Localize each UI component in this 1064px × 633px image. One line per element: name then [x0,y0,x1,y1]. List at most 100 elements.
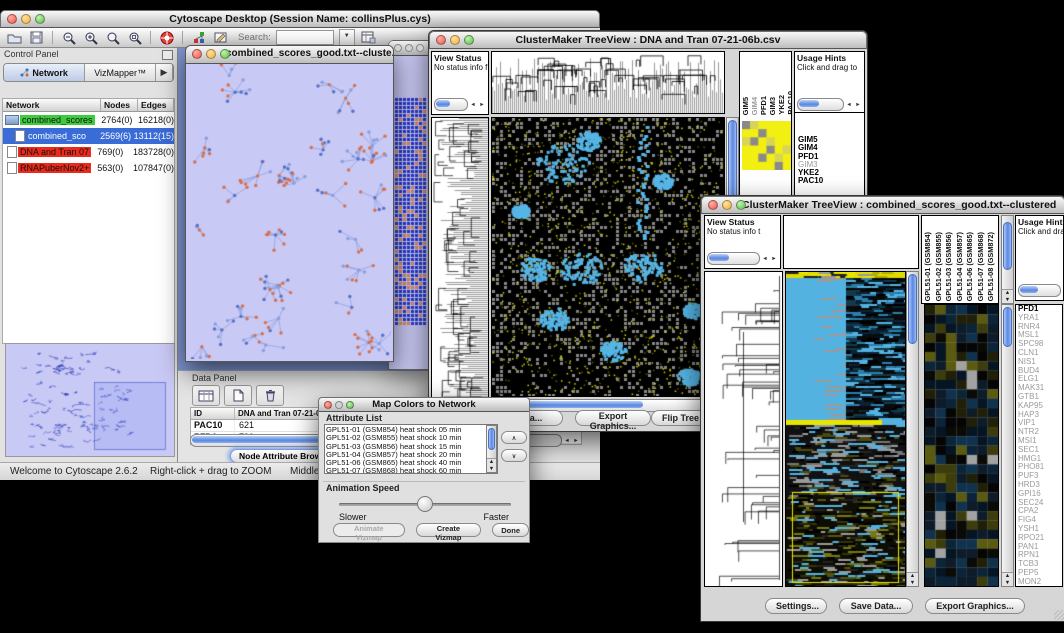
move-down-button[interactable]: ∨ [501,449,527,462]
close-button[interactable] [7,14,17,24]
gene-label[interactable]: PFD1 [1018,305,1062,314]
gene-label[interactable]: PEP5 [1018,569,1062,578]
gene-label[interactable]: GTB1 [1018,393,1062,402]
dialog-action-button[interactable]: Animate Vizmap [333,523,405,537]
scroll-left-icon[interactable]: ◄ [761,256,769,262]
gene-label[interactable]: NIS1 [1018,358,1062,367]
column-label[interactable]: GIM4 [750,97,759,115]
row-dendrogram-canvas[interactable] [432,118,488,406]
dialog-action-button[interactable]: Done [492,523,529,537]
gene-label[interactable]: SPC98 [1018,340,1062,349]
heatmap-panel[interactable] [491,117,725,397]
zoom-button[interactable] [736,200,746,210]
gene-label[interactable]: YSH1 [1018,525,1062,534]
row-dendrogram-panel[interactable] [431,117,489,407]
minimize-button[interactable] [722,200,732,210]
global-heatmap-vscrollbar[interactable]: ▲▼ [906,271,919,587]
treeview-action-button[interactable]: Save Data... [839,598,913,614]
gene-label[interactable]: HRD3 [1018,481,1062,490]
attribute-browser-icon[interactable] [360,30,377,46]
gene-label[interactable]: PAC10 [798,177,864,185]
gene-label[interactable]: PHO81 [1018,463,1062,472]
column-label[interactable]: PAC10 [786,91,792,115]
minimize-button[interactable] [405,44,413,52]
birdseye-overview-canvas[interactable] [6,344,172,454]
gene-label[interactable]: MSL1 [1018,331,1062,340]
attribute-listbox[interactable]: GPL51-01 (GSM854) heat shock 05 minGPL51… [324,424,498,474]
scroll-arrows[interactable]: ▲▼ [907,572,918,586]
dense-network-grid-view[interactable] [394,96,428,331]
background-network-titlebar[interactable] [389,41,433,56]
save-icon[interactable] [28,30,45,46]
gene-label[interactable]: GIM3 [798,161,864,169]
zoom-button[interactable] [35,14,45,24]
gene-label[interactable]: RPO21 [1018,534,1062,543]
column-label[interactable]: GPL51-06 (GSM865) [965,232,976,301]
gene-label[interactable]: RPN1 [1018,551,1062,560]
minimize-button[interactable] [206,49,216,59]
zoom-heatmap-panel[interactable] [924,304,999,587]
scroll-left-icon[interactable]: ◄ [845,102,853,108]
gene-label[interactable]: TCB3 [1018,560,1062,569]
heatmap-canvas[interactable] [492,118,724,396]
treeview1-titlebar[interactable]: ClusterMaker TreeView : DNA and Tran 07-… [429,31,867,49]
zoom-heatmap-vscrollbar[interactable]: ▲▼ [1001,304,1014,587]
dialog-action-button[interactable]: Create Vizmap [416,523,482,537]
zoom-in-icon[interactable] [82,30,99,46]
window-controls[interactable] [7,14,45,24]
network-graph-view[interactable] [186,64,391,359]
view-status-scrollbar[interactable]: ◄ ► [707,252,778,265]
network-table-header[interactable]: Network Nodes Edges [3,99,174,112]
column-label[interactable]: GPL51-03 (GSM856) [944,232,955,301]
close-button[interactable] [708,200,718,210]
usage-hints-scrollbar[interactable]: ◄ ► [797,98,862,111]
create-attribute-button[interactable] [224,385,252,406]
network-view-titlebar[interactable]: combined_scores_good.txt--cluste... [186,46,393,64]
zoom-heatmap-canvas[interactable] [925,305,998,586]
gene-label[interactable]: RNR4 [1018,323,1062,332]
gene-label[interactable]: HAP3 [1018,411,1062,420]
column-dendrogram-canvas[interactable] [492,52,724,113]
global-heatmap-panel[interactable] [785,271,906,587]
float-panel-icon[interactable] [162,50,173,60]
zoom-button[interactable] [416,44,424,52]
scroll-left-icon[interactable]: ◄ [563,438,571,444]
column-label[interactable]: YKE2 [777,95,786,115]
move-up-button[interactable]: ∧ [501,431,527,444]
annotation-icon[interactable] [212,30,229,46]
row-dendrogram-panel[interactable] [704,271,783,587]
network-table-row[interactable]: RNAPuberNov2+ 563(0) 107847(0) [3,160,174,176]
column-label[interactable]: GIM5 [741,97,750,115]
column-label[interactable]: GPL51-08 (GSM872) [986,232,997,301]
tab-network[interactable]: Network [4,64,85,81]
column-label[interactable]: GPL51-04 (GSM857) [955,232,966,301]
gene-label[interactable]: MSI1 [1018,437,1062,446]
gene-label[interactable]: NTR2 [1018,428,1062,437]
treeview-action-button[interactable]: Export Graphics... [925,598,1025,614]
column-label[interactable]: GIM3 [768,97,777,115]
minimize-button[interactable] [450,35,460,45]
treeview-action-button[interactable]: Settings... [765,598,827,614]
network-table-row[interactable]: combined_scores 2764(0) 16218(0) [3,112,174,128]
gene-label[interactable]: VIP1 [1018,419,1062,428]
dialog-titlebar[interactable]: Map Colors to Network [318,397,530,412]
column-label[interactable]: PFD1 [759,96,768,115]
view-status-scrollbar[interactable]: ◄ ► [434,98,486,111]
close-button[interactable] [324,401,332,409]
column-dendrogram-panel[interactable] [783,215,919,269]
summary-matrix-canvas[interactable] [742,121,791,170]
gene-label[interactable]: MON2 [1018,578,1062,587]
gene-label[interactable]: GIM4 [798,144,864,152]
tab-overflow-arrow[interactable]: ▶ [156,64,173,81]
open-file-icon[interactable] [6,30,23,46]
select-attributes-button[interactable] [192,385,220,406]
delete-attribute-button[interactable] [256,385,284,406]
scroll-arrows[interactable]: ▲▼ [487,458,496,472]
gene-label[interactable]: CLN1 [1018,349,1062,358]
scroll-left-icon[interactable]: ◄ [469,102,477,108]
column-label[interactable]: GPL51-07 (GSM868) [976,232,987,301]
gene-label[interactable]: GPI16 [1018,490,1062,499]
gene-label[interactable]: PUF3 [1018,472,1062,481]
attribute-item[interactable]: GPL51-07 (GSM868) heat shock 60 min [326,467,485,474]
scroll-arrows[interactable]: ▲▼ [1002,572,1013,586]
